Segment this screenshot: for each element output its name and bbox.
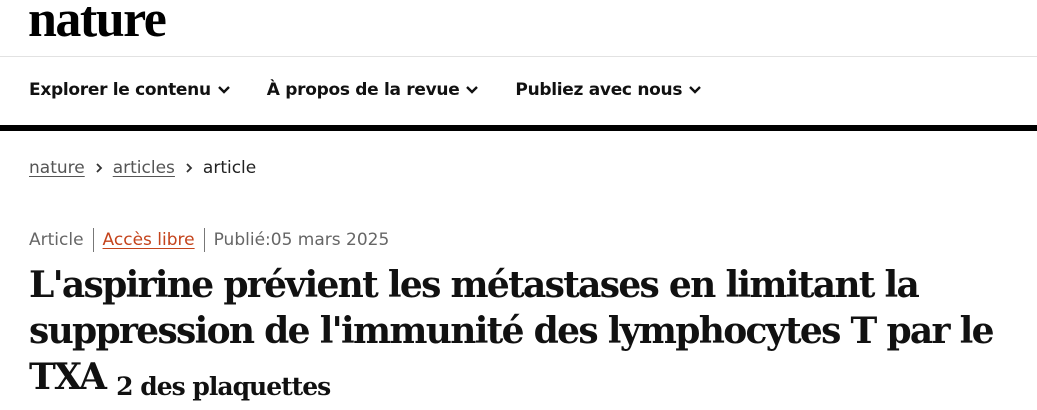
nav-bottom-rule: [0, 125, 1037, 131]
chevron-right-icon: [95, 162, 103, 174]
article-title-subscript: 2 des plaquettes: [116, 372, 331, 401]
chevron-down-icon: [217, 86, 230, 94]
journal-nav: Explorer le contenu À propos de la revue…: [29, 80, 702, 100]
chevron-down-icon: [689, 86, 701, 94]
nav-publish-with-us-label: Publiez avec nous: [515, 80, 683, 100]
breadcrumb: nature articles article: [29, 158, 256, 178]
article-meta: Article Accès libre Publié:05 mars 2025: [29, 228, 398, 252]
nature-logo[interactable]: nature: [28, 0, 167, 46]
publish-date: Publié:05 mars 2025: [203, 228, 399, 252]
nav-about-journal-label: À propos de la revue: [266, 80, 460, 100]
header-divider: [0, 56, 1037, 57]
nav-publish-with-us[interactable]: Publiez avec nous: [515, 80, 702, 100]
nav-about-journal[interactable]: À propos de la revue: [267, 80, 480, 100]
article-title: L'aspirine prévient les métastases en li…: [29, 262, 1009, 410]
open-access-link[interactable]: Accès libre: [103, 230, 195, 250]
nav-explore-content-label: Explorer le contenu: [29, 80, 211, 100]
article-type: Article: [29, 230, 84, 250]
breadcrumb-current: article: [202, 158, 257, 178]
breadcrumb-link-nature[interactable]: nature: [29, 158, 85, 178]
chevron-down-icon: [466, 86, 479, 94]
chevron-right-icon: [185, 162, 193, 174]
nav-explore-content[interactable]: Explorer le contenu: [29, 80, 231, 100]
breadcrumb-link-articles[interactable]: articles: [113, 158, 175, 178]
